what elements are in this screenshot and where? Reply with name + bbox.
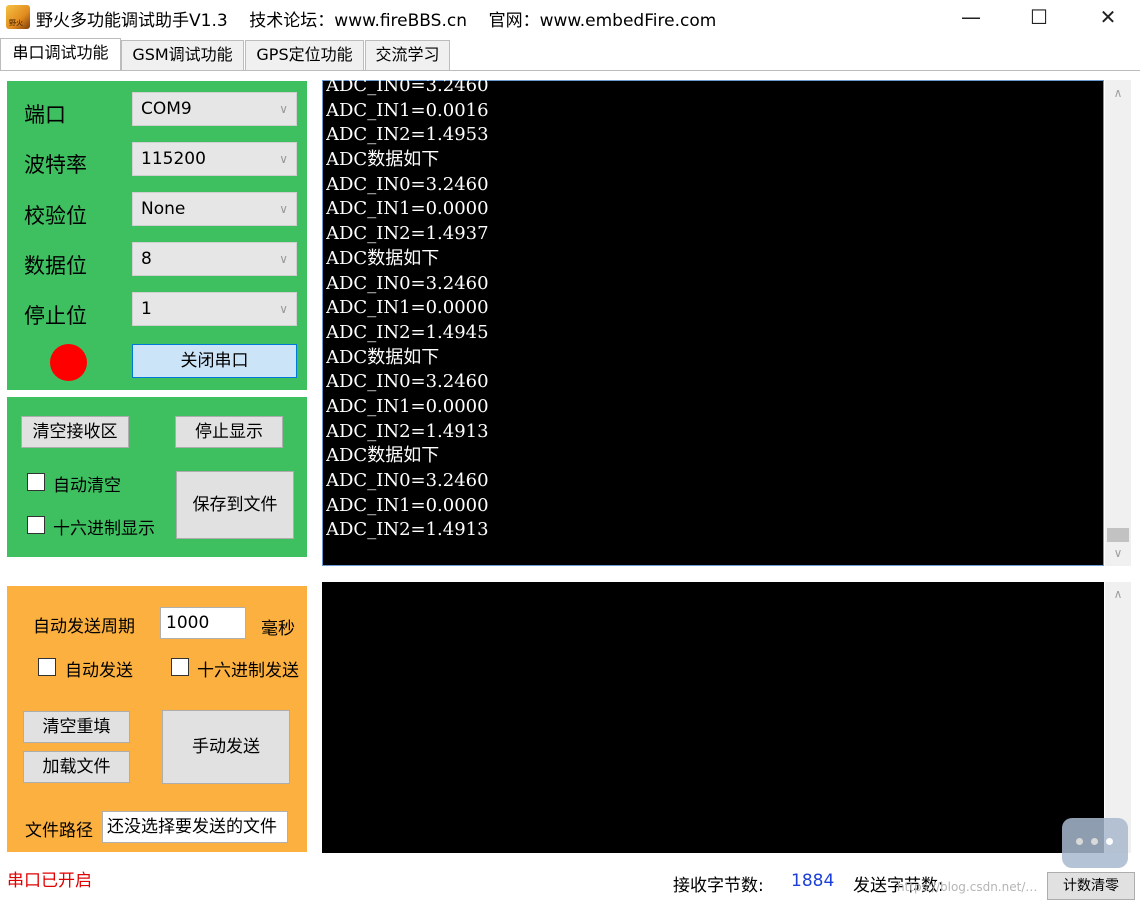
chevron-down-icon: ∨ (279, 302, 288, 316)
auto-send-checkbox[interactable] (38, 658, 56, 676)
databits-label: 数据位 (24, 254, 87, 278)
chat-bubble-icon (1062, 818, 1128, 868)
send-scrollbar[interactable]: ∧ (1105, 582, 1131, 853)
scroll-down-icon[interactable]: ∨ (1105, 546, 1131, 560)
chevron-down-icon: ∨ (279, 102, 288, 116)
maximize-button[interactable]: ☐ (1016, 0, 1062, 34)
receive-line: ADC_IN0=3.2460 (326, 371, 489, 393)
port-select[interactable]: COM9 ∨ (132, 92, 297, 126)
app-name: 野火多功能调试助手V1.3 (36, 11, 228, 31)
reset-count-button[interactable]: 计数清零 (1047, 872, 1135, 900)
receive-line: ADC_IN0=3.2460 (326, 272, 489, 294)
stopbits-value: 1 (141, 299, 152, 319)
receive-line: ADC_IN2=1.4945 (326, 321, 489, 343)
clear-receive-button[interactable]: 清空接收区 (21, 416, 129, 448)
receive-line: ADC数据如下 (326, 149, 440, 171)
receive-line: ADC_IN1=0.0016 (326, 99, 489, 121)
receive-line: ADC_IN1=0.0000 (326, 494, 489, 516)
tab-divider (0, 70, 1140, 71)
auto-send-period-label: 自动发送周期 (33, 617, 135, 637)
receive-line: ADC数据如下 (326, 445, 440, 467)
chevron-down-icon: ∨ (279, 252, 288, 266)
app-logo-icon: 野火 (6, 5, 30, 29)
recv-bytes-label: 接收字节数: (673, 876, 764, 896)
receive-line: ADC_IN1=0.0000 (326, 395, 489, 417)
period-unit-label: 毫秒 (261, 619, 295, 639)
chevron-down-icon: ∨ (279, 152, 288, 166)
manual-send-button[interactable]: 手动发送 (162, 710, 290, 784)
baud-label: 波特率 (24, 153, 87, 177)
stopbits-select[interactable]: 1 ∨ (132, 292, 297, 326)
parity-value: None (141, 199, 186, 219)
minimize-button[interactable]: — (948, 0, 994, 34)
window-title: 野火多功能调试助手V1.3 技术论坛：www.fireBBS.cn 官网：www… (36, 6, 716, 31)
receive-line: ADC_IN2=1.4937 (326, 223, 489, 245)
file-path-label: 文件路径 (25, 821, 93, 841)
stopbits-label: 停止位 (24, 304, 87, 328)
baud-select[interactable]: 115200 ∨ (132, 142, 297, 176)
receive-line: ADC数据如下 (326, 346, 440, 368)
save-to-file-button[interactable]: 保存到文件 (176, 471, 294, 539)
file-path-input[interactable]: 还没选择要发送的文件 (102, 811, 288, 843)
tab-serial-debug[interactable]: 串口调试功能 (0, 38, 121, 71)
hex-send-label: 十六进制发送 (197, 661, 299, 681)
tab-gsm-debug[interactable]: GSM调试功能 (121, 40, 244, 70)
close-port-button[interactable]: 关闭串口 (132, 344, 297, 378)
stop-display-button[interactable]: 停止显示 (175, 416, 283, 448)
receive-line: ADC_IN1=0.0000 (326, 198, 489, 220)
auto-clear-checkbox[interactable] (27, 473, 45, 491)
chevron-down-icon: ∨ (279, 202, 288, 216)
databits-value: 8 (141, 249, 152, 269)
receive-line: ADC_IN0=3.2460 (326, 75, 489, 96)
close-button[interactable]: ✕ (1085, 0, 1131, 34)
hex-display-label: 十六进制显示 (53, 519, 155, 539)
send-controls-panel: 自动发送周期 1000 毫秒 自动发送 十六进制发送 清空重填 加载文件 手动发… (7, 586, 307, 852)
website-label: 官网：www.embedFire.com (488, 11, 717, 31)
receive-line: ADC数据如下 (326, 247, 440, 269)
hex-display-checkbox[interactable] (27, 516, 45, 534)
receive-scrollbar[interactable]: ∧ ∨ (1105, 80, 1131, 566)
receive-line: ADC_IN2=1.4913 (326, 420, 489, 442)
receive-line: ADC_IN0=3.2460 (326, 173, 489, 195)
port-status-text: 串口已开启 (7, 871, 92, 891)
load-file-button[interactable]: 加载文件 (23, 751, 130, 783)
auto-clear-label: 自动清空 (53, 476, 121, 496)
baud-value: 115200 (141, 149, 206, 169)
parity-label: 校验位 (24, 204, 87, 228)
receive-controls-panel: 清空接收区 停止显示 自动清空 十六进制显示 保存到文件 (7, 397, 307, 557)
receive-line: ADC_IN0=3.2460 (326, 470, 489, 491)
send-text-area[interactable] (322, 582, 1104, 853)
parity-select[interactable]: None ∨ (132, 192, 297, 226)
serial-settings-panel: 端口 COM9 ∨ 波特率 115200 ∨ 校验位 None ∨ 数据位 8 ∨ 停止… (7, 81, 307, 390)
auto-send-label: 自动发送 (65, 661, 133, 681)
title-bar: 野火 野火多功能调试助手V1.3 技术论坛：www.fireBBS.cn 官网：… (0, 0, 1140, 36)
scroll-thumb[interactable] (1107, 528, 1129, 542)
tab-learning[interactable]: 交流学习 (365, 40, 450, 70)
clear-refill-button[interactable]: 清空重填 (23, 711, 130, 743)
auto-send-period-input[interactable]: 1000 (160, 607, 246, 639)
recv-bytes-value: 1884 (791, 871, 835, 891)
databits-select[interactable]: 8 ∨ (132, 242, 297, 276)
receive-text-content: ADC_IN0=3.2460 ADC_IN1=0.0016 ADC_IN2=1.49… (326, 74, 1086, 554)
receive-line: ADC_IN2=1.4913 (326, 519, 489, 541)
port-value: COM9 (141, 99, 192, 119)
forum-link-label: 技术论坛：www.fireBBS.cn (249, 11, 467, 31)
hex-send-checkbox[interactable] (171, 658, 189, 676)
receive-line: ADC_IN1=0.0000 (326, 297, 489, 319)
port-label: 端口 (24, 103, 66, 127)
tab-gps-location[interactable]: GPS定位功能 (245, 40, 364, 70)
port-status-led-icon (50, 344, 87, 381)
watermark-text: https://blog.csdn.net/… (897, 880, 1038, 894)
scroll-up-icon[interactable]: ∧ (1105, 587, 1131, 601)
scroll-up-icon[interactable]: ∧ (1105, 86, 1131, 100)
receive-line: ADC_IN2=1.4953 (326, 124, 489, 146)
